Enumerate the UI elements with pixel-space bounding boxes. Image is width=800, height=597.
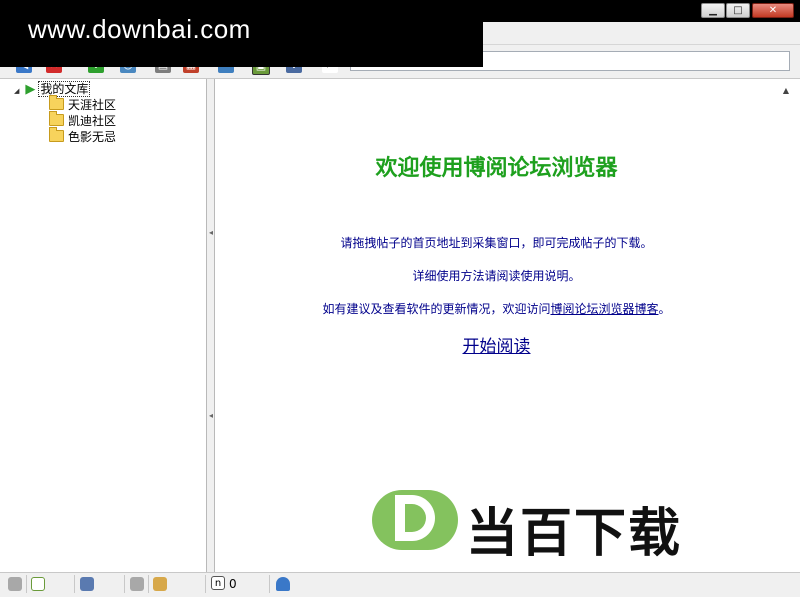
user-icon[interactable]	[276, 577, 290, 591]
count-badge-icon: n	[211, 576, 225, 590]
info-line-blog-prefix: 如有建议及查看软件的更新情况，欢迎访问	[322, 302, 551, 316]
maximize-button[interactable]: □	[726, 3, 750, 18]
info-line-blog-suffix: 。	[658, 302, 671, 316]
status-separator	[269, 575, 270, 593]
logo-text: 当百下载	[466, 504, 683, 564]
pane-splitter[interactable]: ◂ ◂	[207, 79, 215, 572]
expand-toggle-icon[interactable]: ◢	[14, 87, 19, 95]
scroll-up-arrow-icon[interactable]: ▲	[778, 83, 794, 99]
status-separator	[148, 575, 149, 593]
downbai-logo: 当百下载	[372, 487, 752, 564]
watermark-text: www.downbai.com	[28, 14, 251, 44]
status-separator	[26, 575, 27, 593]
minimize-button[interactable]: ▁	[701, 3, 725, 18]
folder-icon	[49, 111, 64, 126]
info-line-drag: 请拖拽帖子的首页地址到采集窗口，即可完成帖子的下载。	[340, 236, 653, 250]
folder-icon	[49, 95, 64, 110]
list-view-icon[interactable]	[80, 577, 94, 591]
status-indicator-icon	[8, 577, 22, 591]
tree-item-label: 天涯社区	[68, 98, 117, 112]
info-line-blog: 如有建议及查看软件的更新情况，欢迎访问博阅论坛浏览器博客。	[216, 300, 777, 317]
blog-link[interactable]: 博阅论坛浏览器博客	[550, 302, 658, 316]
tree-item-label: 凯迪社区	[68, 114, 117, 128]
status-separator	[205, 575, 206, 593]
welcome-title: 欢迎使用博阅论坛浏览器	[375, 155, 618, 181]
tree-item-label: 色影无忌	[68, 130, 117, 144]
tree-item[interactable]: 色影无忌	[49, 127, 117, 145]
start-reading-link[interactable]: 开始阅读	[216, 332, 777, 357]
close-button[interactable]: ✕	[752, 3, 794, 18]
document-icon[interactable]	[153, 577, 167, 591]
splitter-grip-icon: ◂	[209, 411, 214, 420]
splitter-grip-icon: ◂	[209, 228, 214, 237]
status-indicator-icon	[130, 577, 144, 591]
tree-item[interactable]: 天涯社区	[49, 95, 117, 113]
status-separator	[124, 575, 125, 593]
status-count: 0	[229, 577, 237, 591]
status-bar	[0, 572, 800, 597]
tree-root-label[interactable]: 我的文库	[38, 81, 91, 97]
play-icon: ▶	[25, 82, 36, 97]
tree-item[interactable]: 凯迪社区	[49, 111, 117, 129]
status-separator	[74, 575, 75, 593]
new-page-icon[interactable]	[31, 577, 45, 591]
info-line-help: 详细使用方法请阅读使用说明。	[412, 269, 581, 283]
folder-icon	[49, 127, 64, 142]
library-tree-pane: ◢ ▶ 我的文库 天涯社区 凯迪社区 色影无忌	[0, 79, 207, 572]
